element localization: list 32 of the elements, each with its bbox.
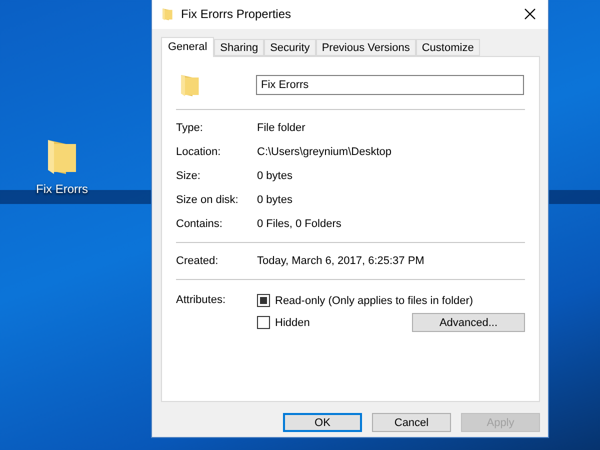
dialog-button[interactable]: OK [283, 413, 362, 432]
folder-icon [180, 72, 200, 98]
property-value: Today, March 6, 2017, 6:25:37 PM [257, 255, 424, 267]
property-label: Location: [176, 146, 222, 158]
tab[interactable]: Sharing [214, 39, 264, 56]
advanced-button[interactable]: Advanced... [412, 313, 525, 332]
property-label: Attributes: [176, 294, 227, 307]
property-value: 0 Files, 0 Folders [257, 218, 342, 230]
checkbox-label: Hidden [275, 316, 310, 328]
dialog-button[interactable]: Cancel [372, 413, 451, 432]
property-label: Contains: [176, 218, 224, 230]
property-value: 0 bytes [257, 170, 292, 182]
property-label: Type: [176, 122, 204, 134]
tab[interactable]: Customize [416, 39, 480, 56]
tab[interactable]: Previous Versions [316, 39, 416, 56]
property-label: Created: [176, 255, 220, 267]
close-icon [524, 8, 536, 20]
property-value: File folder [257, 122, 306, 134]
tab[interactable]: General [161, 37, 214, 57]
close-button[interactable] [522, 6, 538, 22]
tab[interactable]: Security [264, 39, 316, 56]
folder-icon [162, 7, 173, 21]
checkbox[interactable] [257, 316, 270, 329]
checkbox-label: Read-only (Only applies to files in folder) [275, 294, 474, 306]
window-title: Fix Erorrs Properties [181, 7, 292, 21]
property-value: 0 bytes [257, 194, 292, 206]
property-label: Size on disk: [176, 194, 240, 206]
name-field[interactable]: Fix Erorrs [256, 75, 524, 95]
property-label: Size: [176, 170, 202, 182]
checkbox[interactable] [257, 294, 270, 307]
property-value: C:\Users\greynium\Desktop [257, 146, 392, 158]
desktop-icon-label[interactable]: Fix Erorrs [36, 182, 88, 196]
